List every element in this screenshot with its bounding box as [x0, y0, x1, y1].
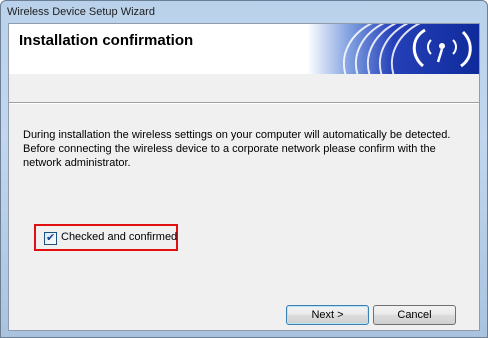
wizard-client-area: Installation confirmation During install…: [8, 23, 480, 331]
checkmark-icon: ✔: [46, 232, 56, 244]
checked-confirmed-checkbox[interactable]: ✔: [44, 232, 57, 245]
wireless-banner: [307, 24, 479, 74]
page-title: Installation confirmation: [19, 32, 194, 49]
window-title: Wireless Device Setup Wizard: [7, 6, 155, 18]
info-text: During installation the wireless setting…: [23, 129, 451, 169]
checkbox-label[interactable]: Checked and confirmed: [61, 231, 177, 243]
wizard-window: Wireless Device Setup Wizard Installatio…: [0, 0, 488, 338]
confirm-highlight-box: ✔ Checked and confirmed: [34, 224, 178, 251]
header-separator: [9, 102, 479, 104]
cancel-button[interactable]: Cancel: [373, 305, 456, 325]
wizard-header: Installation confirmation: [9, 24, 479, 74]
next-button[interactable]: Next >: [286, 305, 369, 325]
